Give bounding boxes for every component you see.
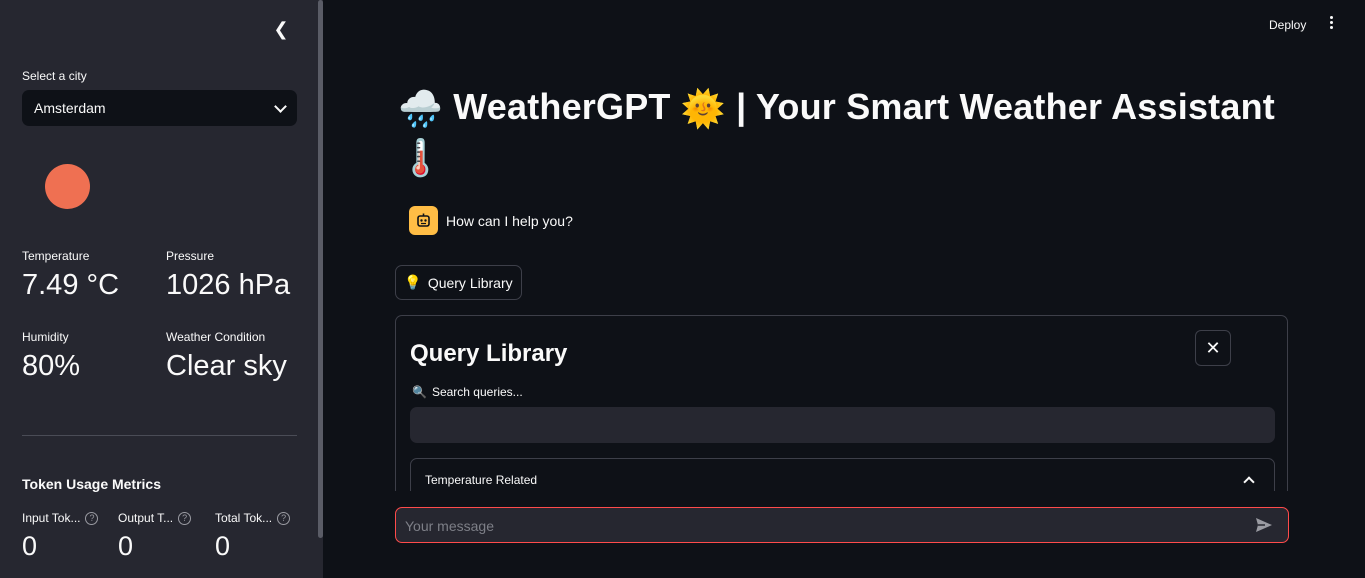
help-icon[interactable]: ? [85,511,99,525]
token-metric-input: Input Tok... ? 0 [22,511,106,562]
metric-pressure: Pressure 1026 hPa [166,249,290,302]
chat-input-container [395,507,1289,544]
close-icon: ✕ [1205,337,1221,358]
help-icon[interactable]: ? [178,511,192,525]
expander-label: Temperature Related [425,473,538,487]
title-suffix: | Your Smart Weather Assistant [736,86,1275,127]
search-label: 🔍 Search queries... [412,385,523,399]
query-library-button[interactable]: 💡 Query Library [395,265,522,300]
token-usage-title: Token Usage Metrics [22,476,162,492]
collapse-sidebar-icon[interactable]: ❮ [272,19,290,39]
search-label-text: Search queries... [431,385,523,399]
rain-cloud-icon: 🌧️ [398,88,444,130]
metric-label: Temperature [22,249,90,263]
lightbulb-icon: 💡 [404,274,422,290]
sidebar: ❮ Select a city Amsterdam Temperature 7.… [0,0,318,578]
sun-icon: 🌞 [680,88,726,130]
chevron-down-icon [274,99,287,113]
metric-weather-condition: Weather Condition Clear sky [166,330,287,383]
token-metric-total: Total Tok... ? 0 [215,511,299,562]
token-value: 0 [215,531,231,561]
weather-status-icon [45,164,90,209]
search-icon: 🔍 [412,385,427,399]
assistant-message-text: How can I help you? [446,212,573,229]
close-panel-button[interactable]: ✕ [1195,330,1231,366]
metric-value: 80% [22,350,81,382]
token-value: 0 [22,531,38,561]
token-label: Input Tok... [22,511,81,525]
query-library-button-label: Query Library [427,274,513,291]
chat-message-input[interactable] [403,508,1247,544]
sidebar-scrollbar[interactable] [318,0,323,578]
panel-title: Query Library [410,340,568,367]
deploy-button[interactable]: Deploy [1269,18,1306,32]
bot-avatar-icon [409,206,438,235]
metric-value: Clear sky [166,350,287,382]
metric-label: Weather Condition [166,330,266,344]
token-label: Output T... [118,511,174,525]
title-text: WeatherGPT [453,86,671,127]
city-select[interactable]: Amsterdam [22,90,297,126]
token-value: 0 [118,531,134,561]
token-metric-output: Output T... ? 0 [118,511,202,562]
thermometer-icon: 🌡️ [398,136,444,178]
sidebar-divider [22,435,297,436]
metric-label: Humidity [22,330,69,344]
metric-humidity: Humidity 80% [22,330,80,383]
chevron-up-icon [1243,476,1255,488]
assistant-message: How can I help you? [409,206,573,235]
city-select-value: Amsterdam [34,100,106,116]
query-library-panel: Query Library ✕ 🔍 Search queries... Temp… [395,315,1288,491]
city-select-label: Select a city [22,69,87,83]
metric-temperature: Temperature 7.49 °C [22,249,119,302]
token-label: Total Tok... [215,511,273,525]
metric-label: Pressure [166,249,215,263]
metric-value: 7.49 °C [22,269,120,301]
metric-value: 1026 hPa [166,269,291,301]
expander-temperature-related[interactable]: Temperature Related [410,458,1275,491]
help-icon[interactable]: ? [277,511,291,525]
main-menu-icon[interactable] [1327,16,1335,34]
send-icon[interactable] [1255,517,1273,533]
scrollbar-thumb[interactable] [318,0,323,538]
page-title: 🌧️ WeatherGPT 🌞 | Your Smart Weather Ass… [398,84,1298,181]
search-queries-input[interactable] [410,407,1275,443]
